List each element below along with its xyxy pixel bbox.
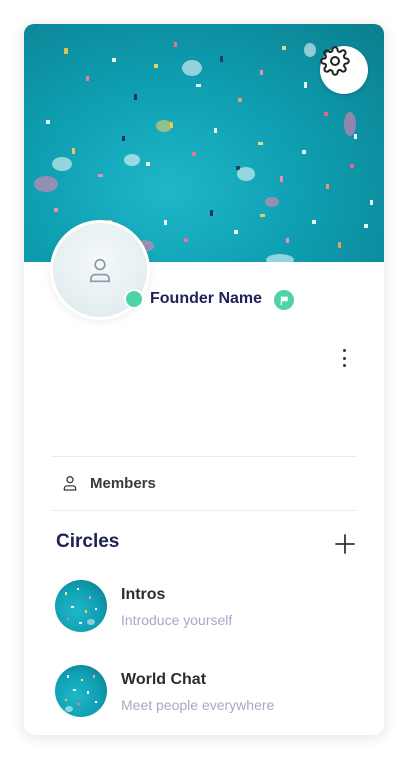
circle-description: Introduce yourself <box>121 612 233 628</box>
circle-name: World Chat <box>121 671 207 688</box>
circle-thumbnail <box>55 665 107 717</box>
flag-icon <box>280 295 288 305</box>
circles-heading: Circles <box>56 531 120 552</box>
members-link[interactable]: Members <box>51 457 356 509</box>
more-options-button[interactable] <box>336 346 352 370</box>
circle-item-intros[interactable]: Intros Introduce yourself <box>55 580 355 636</box>
settings-button[interactable] <box>320 46 368 94</box>
user-outline-icon <box>62 474 78 492</box>
plus-icon <box>335 534 355 554</box>
members-label: Members <box>90 474 156 492</box>
gear-icon <box>320 46 350 76</box>
vertical-ellipsis-icon <box>342 349 346 352</box>
online-status-indicator <box>124 289 144 309</box>
circle-name: Intros <box>121 586 166 603</box>
circle-item-world-chat[interactable]: World Chat Meet people everywhere <box>55 665 355 721</box>
profile-card: Founder Name Members Circles Intros Intr… <box>24 24 384 735</box>
user-outline-icon <box>89 258 111 283</box>
circle-thumbnail <box>55 580 107 632</box>
founder-name[interactable]: Founder Name <box>150 290 262 308</box>
circle-description: Meet people everywhere <box>121 697 275 713</box>
add-circle-button[interactable] <box>334 533 356 555</box>
divider <box>51 510 356 511</box>
founder-badge <box>274 290 294 310</box>
